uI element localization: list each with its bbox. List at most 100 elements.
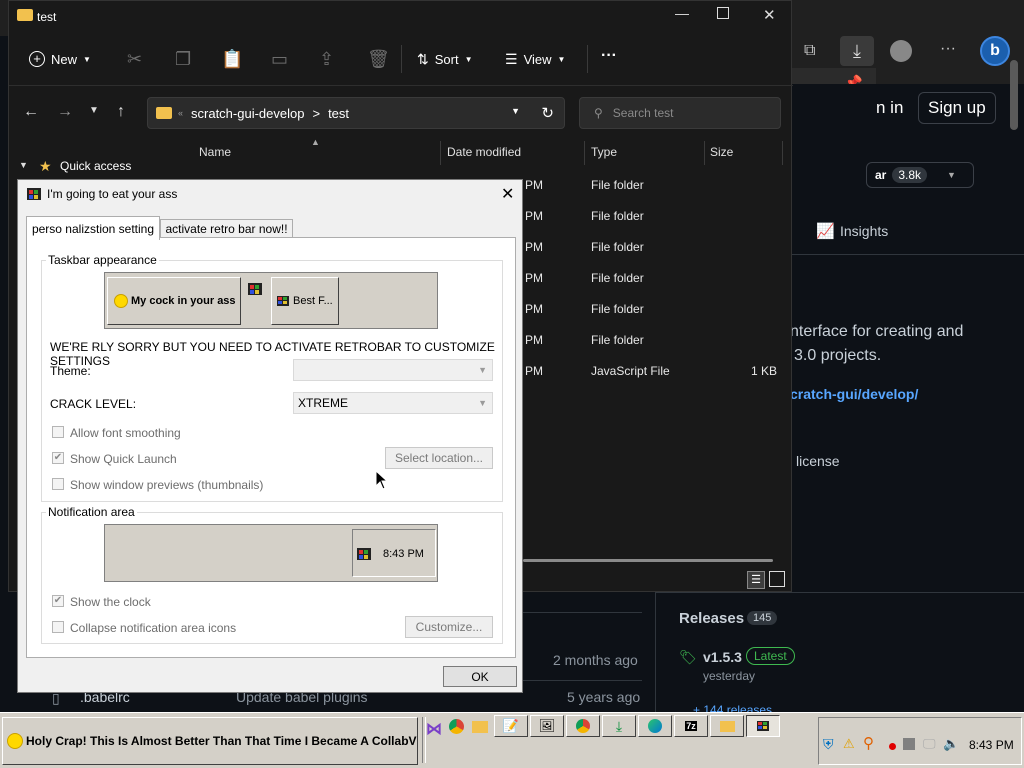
stop-icon[interactable]	[903, 738, 915, 750]
ok-button[interactable]: OK	[443, 666, 517, 687]
repo-link[interactable]: cratch-gui/develop/	[790, 386, 918, 402]
task-edge[interactable]	[638, 715, 672, 737]
copy-icon[interactable]: ❐	[175, 49, 191, 70]
more-icon[interactable]: ···	[601, 47, 617, 65]
view-button[interactable]: ☰ View ▼	[505, 47, 565, 71]
table-row[interactable]: PM File folder	[525, 178, 785, 209]
explorer-icon[interactable]	[472, 721, 488, 733]
insights-tab[interactable]: Insights	[840, 223, 888, 239]
search-input[interactable]: ⚲ Search test	[579, 97, 781, 129]
rename-icon[interactable]: ▭	[271, 49, 288, 70]
breadcrumb-parent[interactable]: scratch-gui-develop	[191, 106, 304, 121]
delete-icon[interactable]: 🗑	[367, 49, 390, 70]
task-explorer[interactable]	[710, 715, 744, 737]
task-notepad[interactable]: 📝	[494, 715, 528, 737]
chevron-down-icon[interactable]: ▼	[511, 106, 520, 116]
crack-level-value: XTREME	[298, 396, 349, 410]
security-shield-icon[interactable]: ⛨	[823, 736, 834, 753]
network-icon[interactable]: 🖵	[923, 736, 936, 752]
tiles-view-icon[interactable]	[769, 571, 785, 587]
clock[interactable]: 8:43 PM	[969, 738, 1014, 752]
sign-up-button[interactable]: Sign up	[918, 92, 996, 124]
repo-description-2: 3.0 projects.	[794, 347, 882, 364]
release-version[interactable]: v1.5.3	[703, 649, 742, 665]
theme-select[interactable]: ▼	[293, 359, 493, 381]
tab-personalization[interactable]: perso nalizstion setting	[26, 216, 160, 240]
close-icon[interactable]: ✕	[501, 184, 514, 204]
sign-in-link[interactable]: n in	[876, 98, 903, 118]
task-retrobar[interactable]	[746, 715, 780, 737]
quick-launch-checkbox[interactable]: ✔	[52, 452, 64, 464]
warning-icon[interactable]: ⚠	[843, 736, 855, 752]
retrobar-icon	[757, 721, 769, 731]
up-arrow-icon[interactable]: ↑	[117, 103, 125, 121]
table-row[interactable]: PM File folder	[525, 333, 785, 364]
releases-heading[interactable]: Releases	[679, 610, 744, 627]
bing-icon[interactable]: b	[980, 36, 1010, 66]
visual-studio-icon[interactable]: ⋈	[426, 719, 442, 739]
start-button[interactable]: Holy Crap! This Is Almost Better Than Th…	[2, 717, 418, 765]
smiley-icon	[114, 294, 128, 308]
sort-icon: ⇅	[417, 50, 429, 67]
back-arrow-icon[interactable]: ←	[23, 103, 39, 121]
search-icon[interactable]: ⚲	[863, 734, 874, 752]
paste-icon[interactable]: 📋	[221, 49, 243, 70]
license-link[interactable]: license	[796, 453, 840, 469]
column-date[interactable]: Date modified	[447, 145, 521, 159]
forward-arrow-icon[interactable]: →	[57, 103, 73, 121]
insights-icon: 📈	[816, 223, 835, 240]
table-row[interactable]: PM File folder	[525, 209, 785, 240]
crack-level-select[interactable]: XTREME ▼	[293, 392, 493, 414]
table-row[interactable]: PM JavaScript File 1 KB	[525, 364, 785, 395]
star-button[interactable]: ar 3.8k ▼	[866, 162, 974, 188]
task-chrome[interactable]	[566, 715, 600, 737]
collapse-icons-checkbox[interactable]	[52, 621, 64, 633]
tab-activate[interactable]: activate retro bar now!!	[160, 219, 293, 238]
refresh-icon[interactable]: ↻	[541, 104, 554, 122]
preview-start-label: My cock in your ass	[131, 295, 236, 307]
select-location-button[interactable]: Select location...	[385, 447, 493, 469]
task-7zip[interactable]: 7z	[674, 715, 708, 737]
column-name[interactable]: Name	[199, 145, 231, 159]
avatar[interactable]	[890, 40, 912, 62]
share-icon[interactable]: ⇪	[319, 49, 334, 70]
font-smoothing-checkbox[interactable]	[52, 426, 64, 438]
row-size: 1 KB	[750, 364, 777, 378]
record-icon[interactable]	[889, 743, 896, 750]
window-previews-checkbox[interactable]	[52, 478, 64, 490]
table-row[interactable]: PM File folder	[525, 271, 785, 302]
minimize-icon[interactable]: —	[675, 5, 689, 21]
task-downloads[interactable]: ⤓	[602, 715, 636, 737]
file-row-time: 5 years ago	[567, 689, 641, 705]
more-icon[interactable]: ···	[940, 40, 956, 58]
nav-quick-access[interactable]: Quick access	[60, 159, 131, 173]
repo-description: nterface for creating and	[790, 323, 964, 340]
customize-button[interactable]: Customize...	[405, 616, 493, 638]
show-clock-checkbox[interactable]: ✔	[52, 595, 64, 607]
download-icon[interactable]: ⤓	[840, 36, 874, 66]
details-view-icon[interactable]: ☰	[747, 571, 765, 589]
chevron-down-icon[interactable]: ▼	[19, 160, 28, 170]
scrollbar-thumb[interactable]	[1010, 60, 1018, 130]
table-row[interactable]: PM File folder	[525, 302, 785, 333]
column-type[interactable]: Type	[591, 145, 617, 159]
sort-button[interactable]: ⇅ Sort ▼	[417, 47, 473, 71]
volume-icon[interactable]: 🔈	[943, 736, 959, 752]
collections-icon[interactable]: ⧉	[804, 42, 815, 60]
divider	[792, 254, 1024, 255]
horizontal-scrollbar[interactable]	[523, 559, 773, 562]
close-icon[interactable]: ✕	[763, 6, 776, 24]
breadcrumb-current[interactable]: test	[328, 106, 349, 121]
task-paint[interactable]: 🖼	[530, 715, 564, 737]
maximize-icon[interactable]	[717, 7, 729, 19]
column-size[interactable]: Size	[710, 145, 733, 159]
address-bar[interactable]: « scratch-gui-develop > test ▼ ↻	[147, 97, 565, 129]
chevron-down-icon[interactable]: ▼	[89, 105, 99, 116]
chrome-icon[interactable]	[449, 719, 464, 734]
new-button[interactable]: + New ▼	[29, 47, 91, 71]
chevron-down-icon: ▼	[464, 54, 473, 64]
release-date: yesterday	[703, 669, 756, 683]
cut-icon[interactable]: ✂	[127, 49, 142, 70]
divider	[401, 45, 402, 73]
table-row[interactable]: PM File folder	[525, 240, 785, 271]
